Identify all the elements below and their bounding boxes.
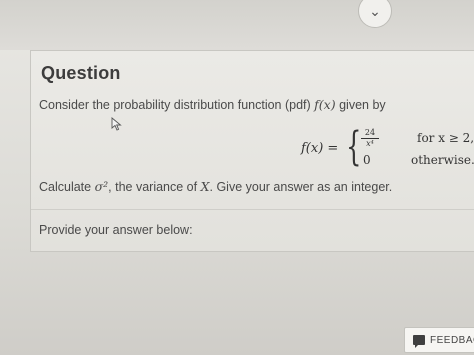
answer-label: Provide your answer below: [39, 223, 193, 237]
equation-lhs: f(x) = [301, 141, 339, 156]
fraction-denominator: x⁴ [366, 139, 374, 148]
page: ⌄ Question Consider the probability dist… [0, 0, 474, 355]
fraction-numerator: 24 [361, 129, 379, 139]
brace-symbol: { [346, 124, 362, 170]
header-area: ⌄ [0, 0, 474, 50]
feedback-button[interactable]: FEEDBAC [404, 327, 474, 353]
calc-variable: X [200, 179, 210, 194]
question-prompt: Consider the probability distribution fu… [39, 97, 386, 112]
collapse-button[interactable]: ⌄ [358, 0, 392, 28]
case1-fraction: 24 x⁴ [361, 129, 379, 148]
case2-condition: otherwise. [411, 153, 474, 167]
prompt-function: f(x) [314, 97, 336, 112]
feedback-label: FEEDBAC [430, 334, 474, 346]
prompt-prefix: Consider the probability distribution fu… [39, 98, 311, 112]
calc-symbol: σ² [94, 179, 109, 194]
case1-condition: for x ≥ 2, [417, 131, 474, 145]
case2-value: 0 [363, 153, 371, 167]
section-divider [31, 209, 474, 210]
pdf-equation: f(x) = { 24 x⁴ for x ≥ 2, 0 otherwise. [301, 125, 474, 173]
calc-middle: , the variance of [108, 180, 198, 194]
chevron-down-icon: ⌄ [369, 2, 381, 19]
calculate-instruction: Calculate σ², the variance of X. Give yo… [39, 179, 392, 194]
question-title: Question [41, 63, 121, 83]
speech-bubble-icon [413, 335, 425, 348]
question-card: Question Consider the probability distri… [30, 50, 474, 252]
calc-prefix: Calculate [39, 180, 92, 194]
mouse-cursor-icon [111, 117, 122, 131]
calc-suffix: . Give your answer as an integer. [209, 180, 393, 194]
prompt-suffix: given by [339, 98, 386, 112]
